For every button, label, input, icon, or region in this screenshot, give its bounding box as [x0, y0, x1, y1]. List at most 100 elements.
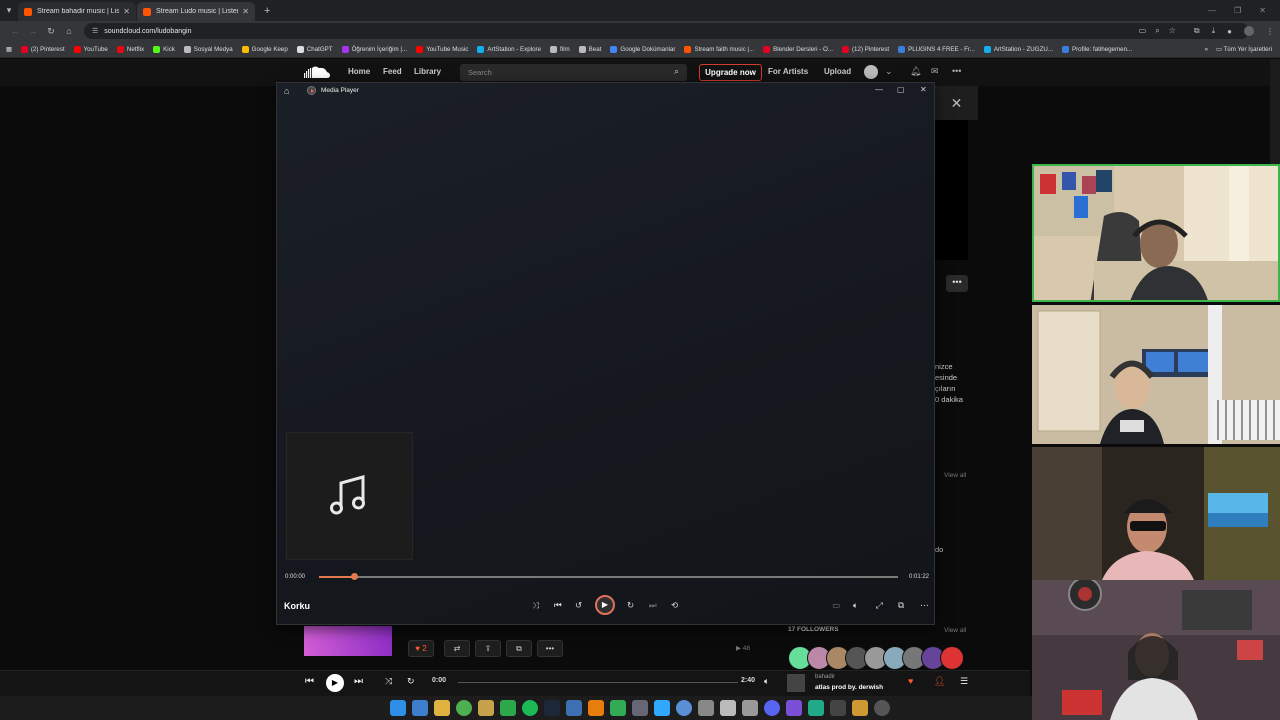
shuffle-icon[interactable]: ⤨	[532, 600, 539, 611]
more-options-icon[interactable]: ⋯	[920, 600, 929, 611]
copy-link-button[interactable]: ⧉	[506, 640, 532, 657]
upload-link[interactable]: Upload	[824, 67, 851, 76]
cast-icon[interactable]: ▭	[1139, 26, 1147, 36]
repeat-off-icon[interactable]: ⟲	[671, 600, 678, 611]
bookmark-item[interactable]: Netflix	[116, 45, 144, 53]
bookmark-item[interactable]: (12) Pinterest	[842, 45, 889, 53]
app-icon[interactable]	[566, 700, 582, 716]
more-options-icon[interactable]: •••	[952, 66, 961, 76]
like-icon[interactable]: ♥	[908, 676, 913, 686]
track-thumbnail[interactable]	[787, 674, 805, 692]
home-icon[interactable]: ⌂	[284, 86, 289, 96]
track-artwork[interactable]	[304, 626, 392, 656]
like-button[interactable]: ♥ 2	[408, 640, 434, 657]
close-window-icon[interactable]: ✕	[1259, 6, 1266, 15]
view-all-link[interactable]: View all	[944, 472, 966, 479]
app-icon[interactable]	[676, 700, 692, 716]
notifications-bell-icon[interactable]: 🔔︎	[910, 66, 921, 77]
start-icon[interactable]	[390, 700, 406, 716]
bookmark-item[interactable]: ChatGPT	[296, 45, 333, 53]
extensions-icon[interactable]: ⧉	[1194, 26, 1200, 36]
new-tab-icon[interactable]: +	[256, 5, 278, 17]
play-button[interactable]: ▶	[595, 595, 615, 615]
next-icon[interactable]: ⏭	[649, 600, 657, 611]
cast-icon[interactable]: ⧉	[898, 600, 904, 611]
search-icon[interactable]: ⌕	[674, 66, 679, 77]
site-info-icon[interactable]: ☰	[92, 27, 98, 35]
app-icon[interactable]	[500, 700, 516, 716]
app-icon[interactable]	[720, 700, 736, 716]
user-avatar[interactable]	[864, 65, 878, 79]
home-icon[interactable]: ⌂	[60, 26, 78, 36]
previous-icon[interactable]: ⏮	[554, 600, 562, 611]
miniplayer-icon[interactable]: ▭	[832, 600, 840, 611]
url-field[interactable]: ☰ soundcloud.com/ludobangin	[84, 23, 1249, 39]
bookmark-item[interactable]: ArtStation - Explore	[477, 45, 541, 53]
bookmark-item[interactable]: PLUGINS 4 FREE - Fr...	[898, 45, 975, 53]
volume-icon[interactable]: 🔈︎	[764, 676, 769, 687]
fast-forward-icon[interactable]: ↻	[627, 600, 634, 611]
download-icon[interactable]: ⤓	[1212, 26, 1216, 36]
media-player-titlebar[interactable]: ⌂ Media Player — ▢ ✕	[277, 83, 934, 99]
nav-home[interactable]: Home	[348, 67, 370, 76]
track-artist[interactable]: bahadir	[815, 674, 835, 680]
bookmark-item[interactable]: Kick	[153, 45, 175, 53]
tab-search-icon[interactable]: ▾	[0, 0, 18, 21]
progress-bar[interactable]	[458, 682, 738, 683]
chrome-icon[interactable]	[456, 700, 472, 716]
minimize-icon[interactable]: —	[1208, 6, 1216, 15]
media-player-taskbar-icon[interactable]	[874, 700, 890, 716]
widgets-icon[interactable]	[412, 700, 428, 716]
chevron-down-icon[interactable]: ⌄	[885, 66, 893, 77]
rewind-icon[interactable]: ↺	[575, 600, 582, 611]
repost-button[interactable]: ⇄	[444, 640, 470, 657]
avatar[interactable]	[940, 646, 964, 670]
file-explorer-icon[interactable]	[434, 700, 450, 716]
menu-icon[interactable]: ⋮	[1266, 27, 1274, 36]
soundcloud-logo-icon[interactable]	[303, 65, 331, 79]
browser-tab[interactable]: Stream bahadir music | Listen to ✕	[18, 2, 136, 21]
bookmark-item[interactable]: film	[550, 45, 570, 53]
apps-icon[interactable]: ▦	[6, 46, 12, 53]
nav-feed[interactable]: Feed	[383, 67, 402, 76]
app-icon[interactable]	[698, 700, 714, 716]
previous-icon[interactable]: ⏮	[305, 676, 314, 687]
more-button[interactable]: •••	[537, 640, 563, 657]
nav-library[interactable]: Library	[414, 67, 441, 76]
restore-icon[interactable]: ❐	[1234, 6, 1241, 15]
back-icon[interactable]: ←	[6, 26, 24, 36]
chevron-right-icon[interactable]: »	[1205, 46, 1208, 53]
profile-icon[interactable]: ●	[1227, 27, 1232, 36]
bookmark-item[interactable]: Beat	[578, 45, 601, 53]
for-artists-link[interactable]: For Artists	[768, 67, 808, 76]
bookmark-item[interactable]: Sosyal Medya	[183, 45, 233, 53]
shuffle-icon[interactable]: ⤨	[385, 676, 392, 687]
next-icon[interactable]: ⏭	[354, 676, 363, 687]
follow-icon[interactable]: 👤︎	[934, 676, 945, 687]
upgrade-button[interactable]: Upgrade now	[699, 64, 762, 81]
seek-bar[interactable]	[319, 573, 898, 580]
bookmark-item[interactable]: YouTube	[73, 45, 108, 53]
app-icon[interactable]	[786, 700, 802, 716]
app-icon[interactable]	[742, 700, 758, 716]
tab-close-icon[interactable]: ✕	[123, 7, 130, 16]
tab-close-icon[interactable]: ✕	[242, 7, 249, 16]
app-icon[interactable]	[852, 700, 868, 716]
play-button[interactable]: ▶	[326, 674, 344, 692]
volume-icon[interactable]: 🔈︎	[853, 600, 858, 611]
queue-icon[interactable]: ☰	[960, 676, 968, 687]
close-icon[interactable]: ✕	[920, 85, 927, 94]
app-icon[interactable]	[830, 700, 846, 716]
zoom-icon[interactable]: ⌕	[1155, 26, 1159, 36]
messages-icon[interactable]: ✉	[931, 66, 939, 77]
bookmark-item[interactable]: Google Dokümanlar	[610, 45, 675, 53]
search-input[interactable]: Search ⌕	[460, 64, 687, 81]
steam-icon[interactable]	[544, 700, 560, 716]
app-icon[interactable]	[632, 700, 648, 716]
track-title[interactable]: atlas prod by. derwish	[815, 684, 883, 691]
maximize-icon[interactable]: ▢	[897, 85, 905, 94]
bookmark-item[interactable]: ArtStation - ZUGZU...	[983, 45, 1053, 53]
bookmark-item[interactable]: Stream faith music |...	[684, 45, 754, 53]
more-button[interactable]: •••	[946, 275, 968, 292]
page-scrollbar[interactable]	[1270, 59, 1280, 164]
